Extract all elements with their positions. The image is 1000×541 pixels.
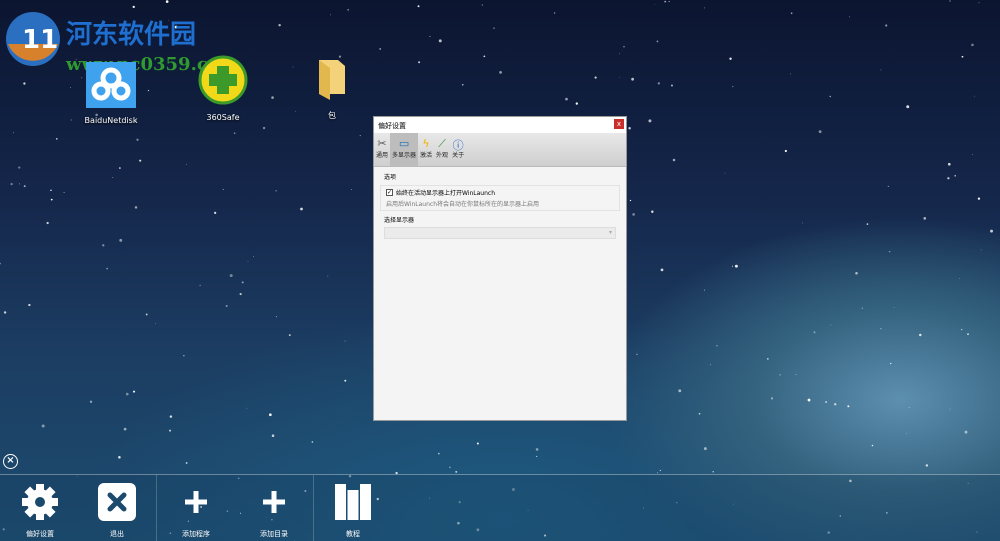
folder-icon — [319, 60, 345, 100]
add-program-button[interactable]: 添加程序 — [156, 483, 236, 539]
preferences-button[interactable]: 偏好设置 — [0, 483, 80, 539]
button-label: 添加目录 — [260, 530, 288, 538]
desktop-icon-label: BaiduNetdisk — [84, 116, 138, 125]
desktop-icon-baidunetdisk[interactable]: BaiduNetdisk — [66, 62, 156, 125]
dialog-title: 偏好设置 — [378, 122, 406, 130]
bottom-bar: 偏好设置 退出 添加程序 添加目录 教程 — [0, 474, 1000, 541]
tab-label: 多显示器 — [392, 152, 417, 159]
plus-icon — [263, 491, 285, 513]
watermark-title: 河东软件园 — [66, 20, 197, 50]
monitor-icon: ▭ — [398, 137, 410, 150]
plus-icon — [185, 491, 207, 513]
exit-button[interactable]: 退出 — [77, 483, 157, 539]
options-group: ✓ 始终在活动显示器上打开WinLaunch 启用后WinLaunch将会自动在你… — [380, 185, 620, 211]
button-label: 教程 — [346, 530, 360, 538]
close-button[interactable]: x — [614, 119, 624, 129]
tab-general[interactable]: ✂ 通用 — [374, 133, 390, 166]
chevron-down-icon: ▾ — [608, 229, 612, 236]
monitor-heading: 选择显示器 — [384, 217, 415, 224]
monitor-select[interactable]: ▾ — [384, 227, 616, 239]
tab-about[interactable]: ⓘ 关于 — [450, 133, 466, 166]
desktop-icon-label: 360Safe — [206, 113, 240, 122]
tab-activate[interactable]: ϟ 激活 — [418, 133, 434, 166]
button-label: 添加程序 — [182, 530, 210, 538]
desktop-icon-label: 包 — [328, 111, 336, 120]
svg-text:11: 11 — [22, 25, 58, 55]
button-label: 偏好设置 — [26, 530, 54, 538]
hide-button[interactable]: × — [3, 454, 18, 469]
tab-multi-monitor[interactable]: ▭ 多显示器 — [390, 133, 419, 166]
tab-appearance[interactable]: ⟋ 外观 — [434, 133, 450, 166]
desktop-icon-folder[interactable]: 包 — [287, 58, 377, 121]
books-icon — [335, 484, 371, 520]
gear-icon — [22, 484, 58, 520]
watermark-logo: 11 河东软件园 www.pc0359.cn — [4, 10, 221, 75]
360safe-icon — [198, 55, 248, 105]
add-folder-button[interactable]: 添加目录 — [234, 483, 314, 539]
tab-label: 激活 — [420, 152, 433, 159]
checkbox-label: 始终在活动显示器上打开WinLaunch — [396, 190, 495, 197]
desktop-icon-360safe[interactable]: 360Safe — [178, 55, 268, 122]
dialog-toolbar: ✂ 通用 ▭ 多显示器 ϟ 激活 ⟋ 外观 ⓘ 关于 — [374, 133, 626, 167]
tab-label: 外观 — [436, 152, 449, 159]
baidunetdisk-icon — [86, 62, 136, 108]
tutorial-button[interactable]: 教程 — [313, 483, 393, 539]
checkbox[interactable]: ✓ — [386, 189, 393, 196]
options-heading: 选项 — [384, 174, 397, 181]
info-icon: ⓘ — [452, 139, 464, 152]
preferences-dialog: 偏好设置 x ✂ 通用 ▭ 多显示器 ϟ 激活 ⟋ 外观 ⓘ 关于 选项 ✓ 始终在活动显示器… — [373, 116, 627, 421]
lightning-icon: ϟ — [422, 137, 430, 150]
button-label: 退出 — [110, 530, 124, 538]
brush-icon: ⟋ — [438, 137, 446, 150]
close-icon — [98, 483, 136, 521]
tab-label: 通用 — [376, 152, 389, 159]
checkbox-description: 启用后WinLaunch将会自动在你鼠标所在的显示器上启用 — [386, 201, 539, 208]
tab-label: 关于 — [452, 152, 465, 159]
tools-icon: ✂ — [377, 137, 387, 150]
